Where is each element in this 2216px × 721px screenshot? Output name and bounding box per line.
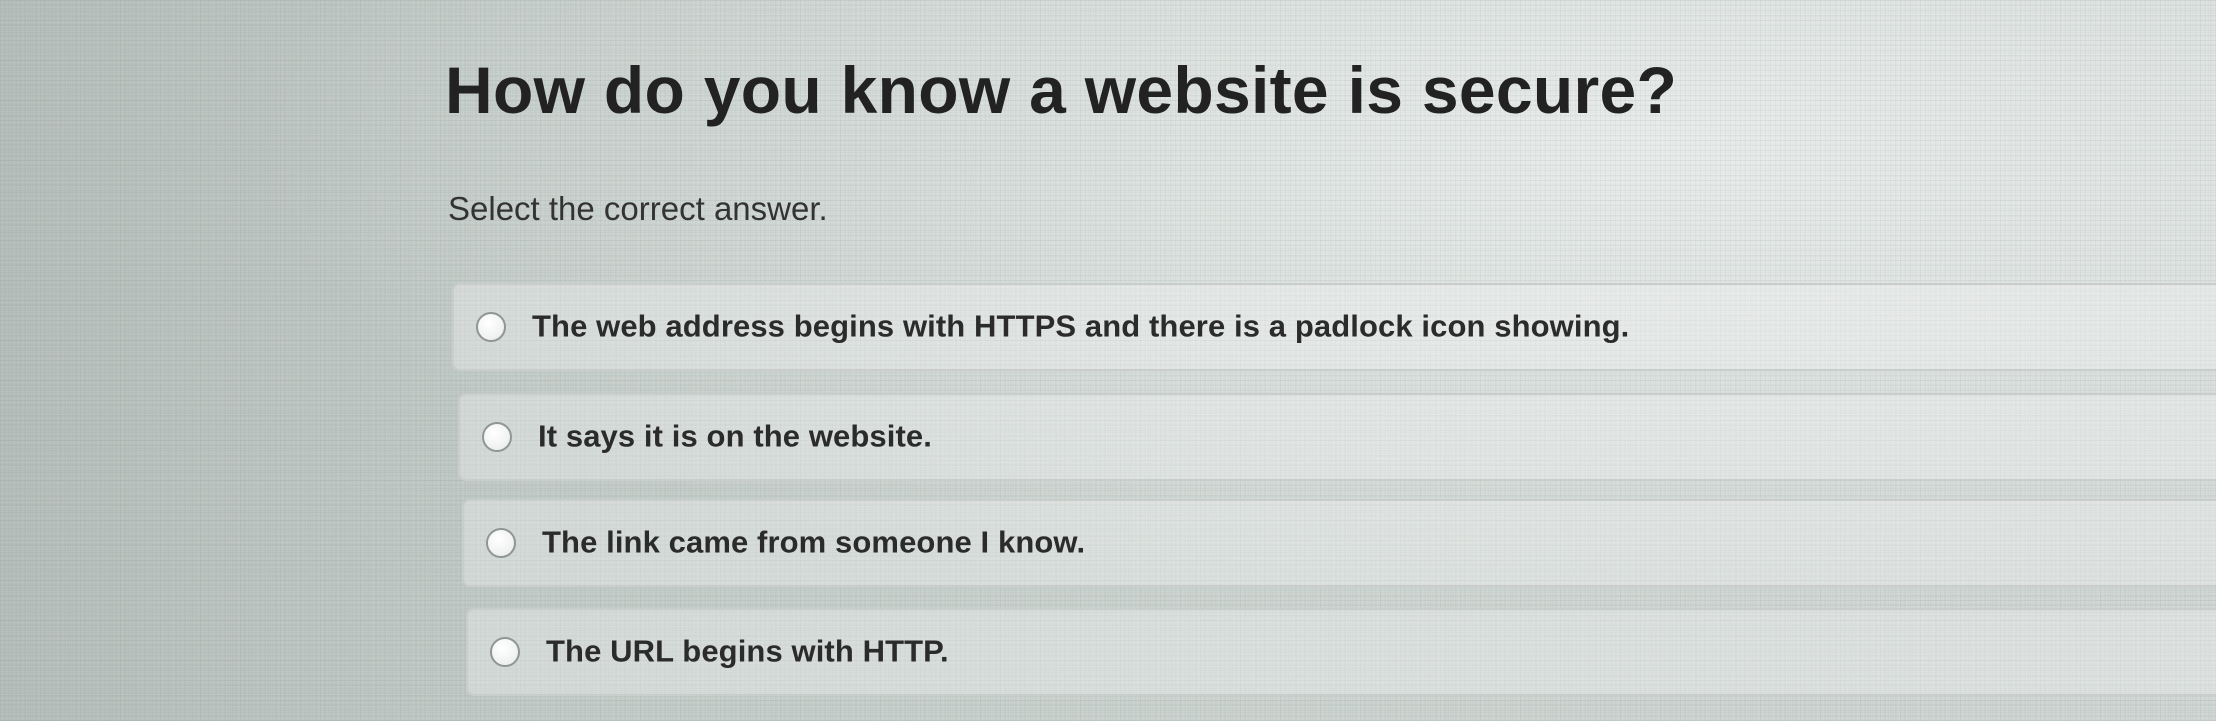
radio-button-icon[interactable] <box>476 312 506 342</box>
answer-option-label: The link came from someone I know. <box>542 524 1086 560</box>
radio-button-icon[interactable] <box>490 637 520 667</box>
answer-options: The web address begins with HTTPS and th… <box>0 0 2216 721</box>
radio-button-icon[interactable] <box>486 528 516 558</box>
answer-option-label: The web address begins with HTTPS and th… <box>532 308 1630 344</box>
answer-option-4[interactable]: The URL begins with HTTP. <box>466 608 2216 696</box>
answer-option-2[interactable]: It says it is on the website. <box>458 393 2216 481</box>
answer-option-1[interactable]: The web address begins with HTTPS and th… <box>452 283 2216 371</box>
quiz-screen: How do you know a website is secure? Sel… <box>0 0 2216 721</box>
radio-button-icon[interactable] <box>482 422 512 452</box>
answer-option-label: It says it is on the website. <box>538 418 932 454</box>
answer-option-label: The URL begins with HTTP. <box>546 633 949 669</box>
answer-option-3[interactable]: The link came from someone I know. <box>462 499 2216 587</box>
